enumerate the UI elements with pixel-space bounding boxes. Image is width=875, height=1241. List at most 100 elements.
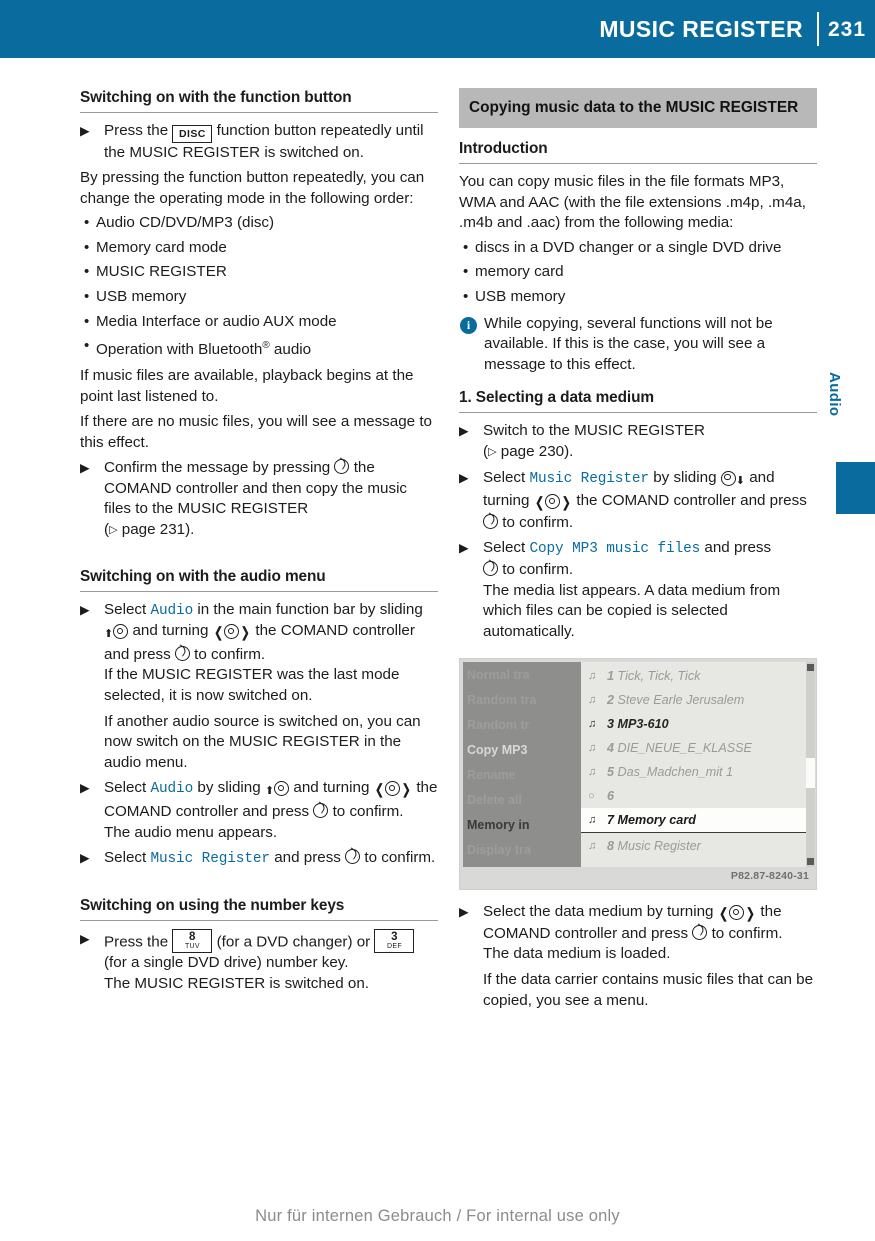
comand-press-icon	[313, 803, 329, 818]
bullet-label: discs in a DVD changer or a single DVD d…	[475, 238, 782, 256]
disc-key-button[interactable]: DISC	[172, 125, 213, 143]
bullet-dot-icon: •	[84, 214, 90, 232]
bullet-dot-icon: •	[463, 263, 469, 281]
bullet-dot-icon: •	[84, 263, 90, 281]
step-page-reference: (▷ page 231).	[104, 520, 438, 541]
step-select-data-medium: ▶ Select the data medium by turning ❬ ❭ t…	[459, 890, 817, 1011]
bullet-label-suffix: audio	[269, 341, 312, 359]
para-no-music-files: If there are no music files, you will se…	[80, 413, 433, 451]
media-row-label: MP3-610	[617, 717, 669, 732]
bullet-dot-icon: •	[84, 288, 90, 306]
media-list-row-selected[interactable]: ♫ 7 Memory card	[581, 808, 809, 834]
comand-turn-icon: ❬ ❭	[212, 624, 252, 641]
bullet-dot-icon: •	[84, 238, 90, 256]
menu-item-audio[interactable]: Audio	[150, 603, 193, 619]
step-arrow-icon: ▶	[80, 124, 90, 138]
comand-turn-icon: ❬ ❭	[533, 494, 573, 511]
media-list-row[interactable]: ♫ 2 Steve Earle Jerusalem	[581, 688, 809, 712]
media-list-row[interactable]: ♫ 1 Tick, Tick, Tick	[581, 664, 809, 688]
step-select-music-register-slide: ▶ Select Music Register by sliding ⬇ and…	[459, 463, 817, 534]
media-list-row[interactable]: ○ 6	[581, 784, 809, 808]
number-key-3-letters: DEF	[387, 943, 402, 951]
list-item: • USB memory	[80, 283, 438, 308]
menu-row-memory-info[interactable]: Memory in	[467, 814, 579, 836]
right-column: Copying music data to the MUSIC REGISTER…	[459, 88, 817, 1011]
media-row-label: DIE_NEUE_E_KLASSE	[617, 741, 752, 756]
step-result-2: If the data carrier contains music files…	[483, 971, 814, 1009]
step-text-a: Select the data medium by turning	[483, 903, 714, 921]
step-text-a: Select	[104, 779, 147, 797]
step-result-1: If the MUSIC REGISTER was the last mode …	[104, 666, 400, 705]
step-text-c: to confirm.	[711, 924, 783, 942]
menu-row[interactable]: Normal tra	[467, 664, 579, 686]
scrollbar-thumb[interactable]	[806, 758, 815, 789]
left-column: Switching on with the function button ▶ …	[80, 88, 438, 994]
media-list-row[interactable]: ♫ 4 DIE_NEUE_E_KLASSE	[581, 736, 809, 760]
heading-switching-on-audio-menu: Switching on with the audio menu	[80, 567, 438, 592]
page-ref-label: page 231).	[121, 521, 195, 539]
step-text-c: and turning	[132, 622, 209, 640]
step-text-before: Press the	[104, 122, 169, 139]
number-key-8-button[interactable]: 8 TUV	[172, 928, 213, 954]
empty-slot-icon: ○	[588, 790, 595, 803]
number-key-3-digit: 3	[391, 930, 398, 943]
step-text-e: to confirm.	[194, 645, 266, 663]
step-text-c: to confirm.	[502, 560, 574, 578]
comand-slide-up-icon: ⬆	[265, 779, 290, 802]
step-text-e: to confirm.	[502, 513, 574, 531]
page-number: 231	[827, 17, 867, 41]
number-key-3-button[interactable]: 3 DEF	[374, 928, 415, 954]
list-item: • discs in a DVD changer or a single DVD …	[459, 234, 817, 259]
step-result-1: The media list appears. A data medium fr…	[483, 581, 781, 640]
memory-card-icon: ♫	[588, 814, 597, 827]
step-arrow-icon: ▶	[459, 905, 469, 920]
scrollbar-down-cap[interactable]	[807, 858, 814, 866]
page-ref-label: page 230).	[500, 442, 574, 460]
comand-screen: Normal tra Random tra Random tr Copy MP3…	[463, 662, 815, 868]
side-tab-marker	[836, 462, 875, 514]
bullet-label: Audio CD/DVD/MP3 (disc)	[96, 214, 275, 232]
media-list-row[interactable]: ♫ 8 Music Register	[581, 834, 809, 858]
menu-row[interactable]: Delete all	[467, 789, 579, 811]
step-arrow-icon: ▶	[459, 470, 469, 485]
bullet-label: Operation with Bluetooth	[96, 341, 263, 359]
media-row-label: Tick, Tick, Tick	[617, 669, 701, 684]
note-text: While copying, several functions will no…	[484, 314, 773, 373]
info-icon: i	[460, 316, 477, 334]
menu-row[interactable]: Random tr	[467, 714, 579, 736]
step-arrow-icon: ▶	[80, 602, 90, 617]
scrollbar-up-cap[interactable]	[807, 664, 814, 672]
number-key-8-letters: TUV	[184, 943, 200, 951]
bullet-label: MUSIC REGISTER	[96, 263, 227, 281]
step-text-e: to confirm.	[332, 803, 404, 820]
list-item: • USB memory	[459, 283, 817, 308]
side-tab-label-audio: Audio	[826, 372, 843, 417]
step-text-b: by sliding	[197, 779, 261, 797]
menu-item-audio[interactable]: Audio	[150, 781, 193, 797]
step-result-1: The data medium is loaded.	[483, 945, 671, 963]
disc-icon: ♫	[588, 694, 597, 707]
media-list-row[interactable]: ♫ 3 MP3-610	[581, 712, 809, 736]
step-select-audio-slide-turn: ▶ Select Audio by sliding ⬆ and turning …	[80, 773, 438, 843]
menu-item-music-register[interactable]: Music Register	[529, 471, 649, 487]
media-row-label: Music Register	[617, 839, 701, 854]
bullet-label: Media Interface or audio AUX mode	[96, 312, 337, 330]
media-list-row[interactable]: ♫ 5 Das_Madchen_mit 1	[581, 760, 809, 784]
step-text-d: the COMAND controller and press	[576, 492, 807, 510]
bullet-label: USB memory	[96, 288, 187, 306]
menu-row[interactable]: Random tra	[467, 689, 579, 711]
mp3-disc-icon: ♫	[588, 718, 597, 731]
heading-introduction: Introduction	[459, 139, 817, 164]
menu-item-copy-mp3-music-files[interactable]: Copy MP3 music files	[529, 541, 700, 557]
comand-list-scrollbar[interactable]	[806, 662, 815, 868]
menu-item-music-register[interactable]: Music Register	[150, 851, 270, 867]
menu-row[interactable]: Display tra	[467, 839, 579, 861]
menu-row[interactable]: Rename	[467, 764, 579, 786]
step-text-a: Select	[483, 468, 526, 486]
para-playback-last-point: If music files are available, playback b…	[80, 366, 414, 405]
registered-trademark-icon: ®	[262, 340, 270, 352]
step-page-reference: (▷ page 230).	[483, 442, 817, 463]
menu-row-copy-mp3[interactable]: Copy MP3	[467, 739, 579, 761]
step-arrow-icon: ▶	[80, 931, 90, 946]
